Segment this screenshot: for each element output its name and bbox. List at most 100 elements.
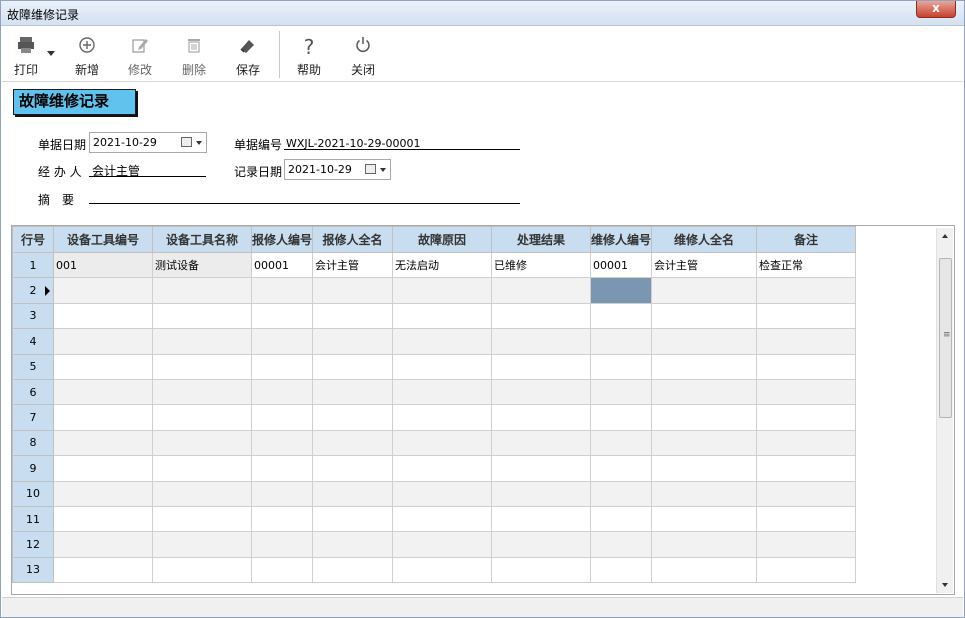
grid-cell[interactable]: [590, 480, 653, 507]
grid-cell[interactable]: [392, 404, 493, 431]
grid-cell[interactable]: [491, 277, 592, 304]
grid-cell[interactable]: [756, 480, 857, 507]
grid-cell[interactable]: 无法启动: [392, 251, 493, 279]
print-dropdown-arrow-icon[interactable]: [47, 51, 55, 56]
grid-cell[interactable]: 会计主管: [312, 251, 394, 279]
grid-cell[interactable]: [312, 328, 394, 355]
edit-button[interactable]: 修改: [116, 35, 164, 81]
grid-cell[interactable]: [590, 556, 653, 584]
grid-cell[interactable]: [250, 353, 314, 380]
window-close-button[interactable]: x: [916, 1, 956, 18]
grid-cell[interactable]: [152, 302, 252, 330]
grid-cell[interactable]: [590, 429, 653, 457]
grid-cell[interactable]: [152, 378, 252, 406]
grid-cell[interactable]: [756, 378, 857, 406]
grid-cell[interactable]: 检查正常: [756, 251, 857, 279]
row-number-cell[interactable]: 1: [12, 251, 54, 279]
grid-cell[interactable]: [152, 328, 252, 355]
scroll-thumb[interactable]: ≡: [939, 258, 952, 418]
grid-cell[interactable]: [590, 302, 653, 330]
grid-cell[interactable]: [152, 455, 252, 482]
table-row[interactable]: 4: [12, 328, 857, 355]
grid-cell[interactable]: [590, 505, 653, 533]
grid-cell[interactable]: [392, 302, 493, 330]
grid-cell[interactable]: [152, 404, 252, 431]
grid-cell[interactable]: [250, 556, 314, 584]
row-number-cell[interactable]: 8: [12, 429, 54, 457]
grid-cell[interactable]: [392, 429, 493, 457]
grid-cell[interactable]: [152, 277, 252, 304]
calendar-icon[interactable]: [181, 137, 192, 147]
print-button[interactable]: 打印: [2, 35, 50, 81]
scroll-down-icon[interactable]: [942, 583, 948, 587]
column-header[interactable]: 处理结果: [491, 226, 592, 253]
grid-cell[interactable]: [250, 531, 314, 558]
grid-cell[interactable]: [756, 328, 857, 355]
column-header[interactable]: 维修人编号: [590, 226, 653, 253]
grid-cell[interactable]: [250, 302, 314, 330]
grid-cell[interactable]: [53, 480, 153, 507]
table-row[interactable]: 5: [12, 353, 857, 380]
add-button[interactable]: 新增: [63, 35, 111, 81]
grid-cell[interactable]: [53, 531, 153, 558]
grid-cell[interactable]: [312, 531, 394, 558]
grid-cell[interactable]: [312, 455, 394, 482]
record-date-picker[interactable]: 2021-10-29: [284, 159, 391, 180]
grid-cell[interactable]: [250, 480, 314, 507]
table-row[interactable]: 1 001 测试设备 00001 会计主管 无法启动 已维修 00001 会计主管 检查正常: [12, 251, 857, 279]
column-header[interactable]: 故障原因: [392, 226, 493, 253]
column-header[interactable]: 报修人全名: [312, 226, 394, 253]
chevron-down-icon[interactable]: [380, 168, 386, 172]
grid-cell[interactable]: [590, 277, 653, 304]
table-row[interactable]: 13: [12, 556, 857, 584]
row-number-cell[interactable]: 11: [12, 505, 54, 533]
grid-cell[interactable]: [756, 531, 857, 558]
scroll-up-icon[interactable]: [942, 234, 948, 238]
grid-cell[interactable]: [491, 378, 592, 406]
grid-cell[interactable]: 已维修: [491, 251, 592, 279]
detail-grid[interactable]: 行号 设备工具编号 设备工具名称 报修人编号 报修人全名 故障原因 处理结果 维修人编号 维修人…: [11, 225, 955, 595]
grid-cell[interactable]: [53, 556, 153, 584]
grid-cell[interactable]: 00001: [590, 251, 653, 279]
row-number-cell[interactable]: 4: [12, 328, 54, 355]
grid-cell[interactable]: [392, 277, 493, 304]
grid-cell[interactable]: [651, 353, 758, 380]
grid-cell[interactable]: [756, 353, 857, 380]
grid-cell[interactable]: [590, 328, 653, 355]
grid-cell[interactable]: [756, 505, 857, 533]
grid-cell[interactable]: [53, 455, 153, 482]
grid-cell[interactable]: 00001: [250, 251, 314, 279]
grid-cell[interactable]: [392, 378, 493, 406]
grid-cell[interactable]: [756, 429, 857, 457]
table-row[interactable]: 9: [12, 455, 857, 482]
grid-cell[interactable]: 001: [53, 251, 153, 279]
row-number-cell[interactable]: 13: [12, 556, 54, 584]
grid-cell[interactable]: [250, 505, 314, 533]
grid-cell[interactable]: [491, 480, 592, 507]
grid-cell[interactable]: [491, 328, 592, 355]
delete-button[interactable]: 删除: [170, 35, 218, 81]
grid-cell[interactable]: [152, 531, 252, 558]
grid-cell[interactable]: [756, 277, 857, 304]
grid-cell[interactable]: [250, 277, 314, 304]
grid-cell[interactable]: [53, 505, 153, 533]
grid-cell[interactable]: [590, 353, 653, 380]
table-row[interactable]: 6: [12, 378, 857, 406]
grid-cell[interactable]: [53, 353, 153, 380]
grid-cell[interactable]: [651, 480, 758, 507]
grid-cell[interactable]: [152, 505, 252, 533]
grid-cell[interactable]: [152, 429, 252, 457]
table-row[interactable]: 7: [12, 404, 857, 431]
grid-cell[interactable]: [250, 378, 314, 406]
grid-cell[interactable]: [53, 328, 153, 355]
grid-cell[interactable]: [152, 353, 252, 380]
grid-cell[interactable]: [312, 404, 394, 431]
grid-cell[interactable]: [491, 302, 592, 330]
grid-cell[interactable]: [392, 455, 493, 482]
grid-cell[interactable]: [392, 328, 493, 355]
row-number-cell[interactable]: 3: [12, 302, 54, 330]
grid-cell[interactable]: [491, 404, 592, 431]
table-row[interactable]: 8: [12, 429, 857, 457]
column-header[interactable]: 设备工具编号: [53, 226, 153, 253]
grid-cell[interactable]: [312, 378, 394, 406]
